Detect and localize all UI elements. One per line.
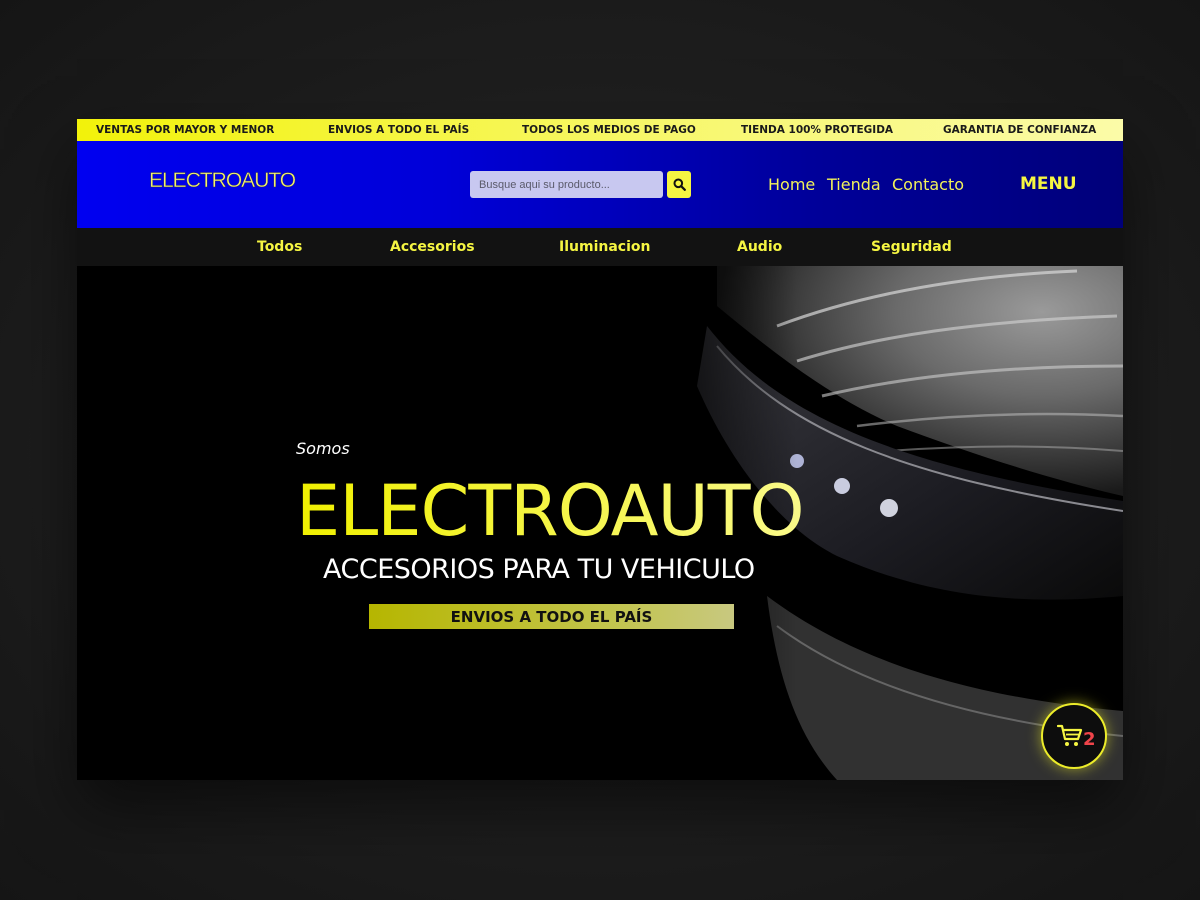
- site-logo[interactable]: ELECTROAUTO: [149, 169, 297, 193]
- search-button[interactable]: [667, 171, 691, 198]
- announcement-shipping: ENVIOS A TODO EL PAÍS: [328, 124, 470, 136]
- nav-home[interactable]: Home: [768, 175, 815, 194]
- site-header: ELECTROAUTO Home Tienda Contacto MENU: [77, 141, 1123, 228]
- cart-icon: [1057, 724, 1083, 746]
- search-input[interactable]: [470, 171, 663, 198]
- hero-kicker: Somos: [296, 439, 350, 458]
- announcement-protected: TIENDA 100% PROTEGIDA: [741, 124, 894, 136]
- category-seguridad[interactable]: Seguridad: [871, 239, 952, 255]
- hero-banner: Somos ELECTROAUTO ACCESORIOS PARA TU VEH…: [77, 266, 1123, 780]
- announcement-payment: TODOS LOS MEDIOS DE PAGO: [522, 124, 696, 136]
- hero-title: ELECTROAUTO: [296, 470, 805, 552]
- category-iluminacion[interactable]: Iluminacion: [559, 239, 650, 255]
- nav-tienda[interactable]: Tienda: [827, 175, 881, 194]
- category-bar: Todos Accesorios Iluminacion Audio Segur…: [77, 228, 1123, 266]
- announcement-guarantee: GARANTIA DE CONFIANZA: [943, 124, 1097, 136]
- announcement-wholesale: VENTAS POR MAYOR Y MENOR: [96, 124, 275, 136]
- announcement-bar: VENTAS POR MAYOR Y MENOR ENVIOS A TODO E…: [77, 119, 1123, 141]
- nav-contacto[interactable]: Contacto: [892, 175, 964, 194]
- category-todos[interactable]: Todos: [257, 239, 302, 255]
- category-accesorios[interactable]: Accesorios: [390, 239, 475, 255]
- shipping-ribbon: ENVIOS A TODO EL PAÍS: [369, 604, 734, 629]
- category-audio[interactable]: Audio: [737, 239, 782, 255]
- cart-count-badge: 2: [1083, 729, 1096, 750]
- cart-button[interactable]: 2: [1041, 703, 1107, 769]
- hero-subtitle: ACCESORIOS PARA TU VEHICULO: [323, 554, 755, 585]
- browser-viewport: VENTAS POR MAYOR Y MENOR ENVIOS A TODO E…: [77, 119, 1123, 780]
- search-icon: [673, 178, 686, 191]
- menu-button[interactable]: MENU: [1020, 174, 1077, 194]
